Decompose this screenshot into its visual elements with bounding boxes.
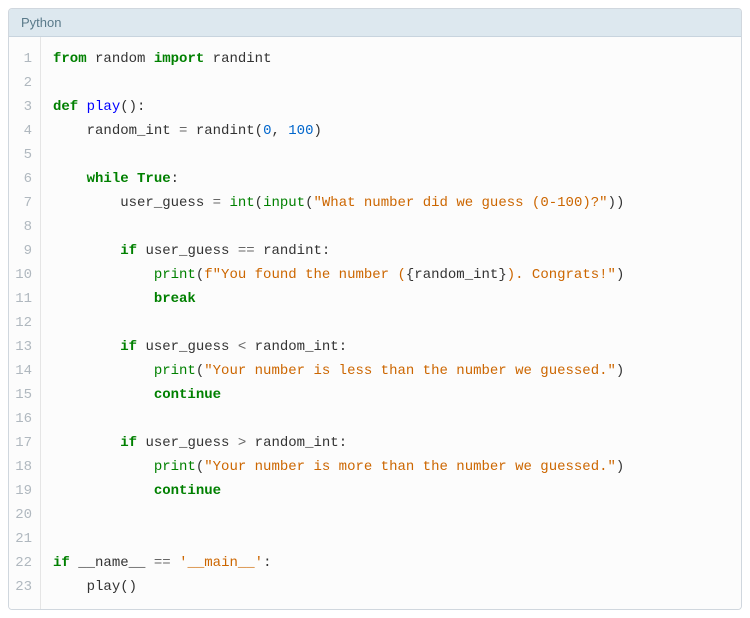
line-number: 19: [13, 479, 32, 503]
line-number: 5: [13, 143, 32, 167]
language-label: Python: [21, 15, 61, 30]
code-line: continue: [53, 383, 624, 407]
code-line: [53, 527, 624, 551]
line-number: 4: [13, 119, 32, 143]
line-number: 3: [13, 95, 32, 119]
line-number: 14: [13, 359, 32, 383]
line-number: 10: [13, 263, 32, 287]
code-line: continue: [53, 479, 624, 503]
code-line: [53, 143, 624, 167]
code-header: Python: [9, 9, 741, 37]
line-number: 6: [13, 167, 32, 191]
code-line: break: [53, 287, 624, 311]
line-number: 17: [13, 431, 32, 455]
code-line: [53, 503, 624, 527]
line-number: 13: [13, 335, 32, 359]
code-line: [53, 215, 624, 239]
code-line: if __name__ == '__main__':: [53, 551, 624, 575]
code-line: if user_guess > random_int:: [53, 431, 624, 455]
line-number: 9: [13, 239, 32, 263]
line-number: 22: [13, 551, 32, 575]
line-number: 21: [13, 527, 32, 551]
code-line: user_guess = int(input("What number did …: [53, 191, 624, 215]
code-line: while True:: [53, 167, 624, 191]
line-number: 20: [13, 503, 32, 527]
line-number: 18: [13, 455, 32, 479]
code-line: [53, 71, 624, 95]
line-number: 2: [13, 71, 32, 95]
line-number: 16: [13, 407, 32, 431]
code-line: print(f"You found the number ({random_in…: [53, 263, 624, 287]
code-content[interactable]: from random import randint def play(): r…: [41, 37, 636, 609]
code-line: from random import randint: [53, 47, 624, 71]
line-number: 1: [13, 47, 32, 71]
code-block: Python 123456789101112131415161718192021…: [8, 8, 742, 610]
code-line: random_int = randint(0, 100): [53, 119, 624, 143]
code-line: if user_guess < random_int:: [53, 335, 624, 359]
code-line: if user_guess == randint:: [53, 239, 624, 263]
line-number: 11: [13, 287, 32, 311]
line-gutter: 1234567891011121314151617181920212223: [9, 37, 41, 609]
code-line: [53, 407, 624, 431]
code-line: [53, 311, 624, 335]
code-line: print("Your number is more than the numb…: [53, 455, 624, 479]
line-number: 23: [13, 575, 32, 599]
code-line: play(): [53, 575, 624, 599]
line-number: 15: [13, 383, 32, 407]
code-body: 1234567891011121314151617181920212223 fr…: [9, 37, 741, 609]
code-line: def play():: [53, 95, 624, 119]
line-number: 7: [13, 191, 32, 215]
line-number: 12: [13, 311, 32, 335]
code-line: print("Your number is less than the numb…: [53, 359, 624, 383]
line-number: 8: [13, 215, 32, 239]
